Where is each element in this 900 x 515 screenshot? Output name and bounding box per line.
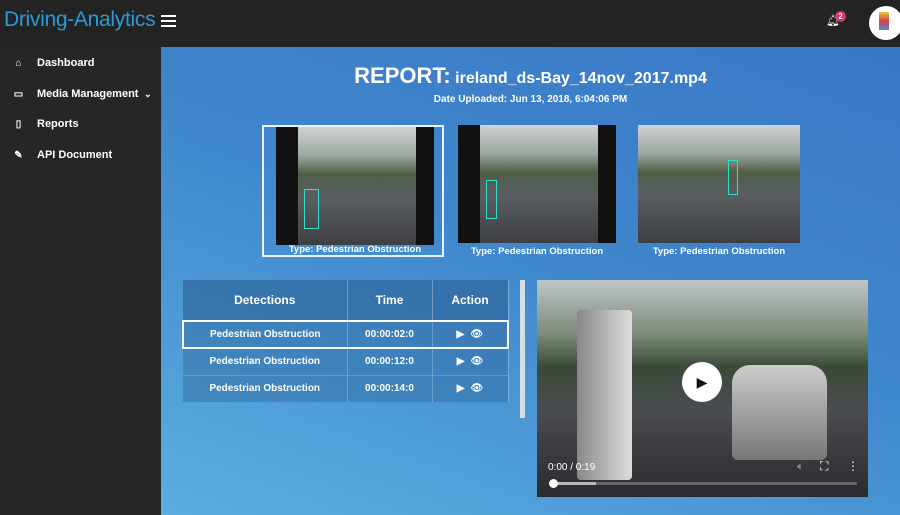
eye-icon[interactable]: 👁︎	[470, 329, 483, 340]
thumbnail-caption: Type: Pedestrian Obstruction	[652, 246, 786, 257]
thumbnail-caption: Type: Pedestrian Obstruction	[288, 244, 422, 255]
thumbnail-caption: Type: Pedestrian Obstruction	[470, 246, 604, 257]
play-icon[interactable]: ▶	[457, 329, 465, 340]
bounding-box	[304, 189, 319, 229]
sidebar-item-label: Media Management	[37, 88, 139, 100]
eye-icon[interactable]: 👁︎	[471, 383, 484, 394]
video-seek-bar[interactable]	[549, 479, 857, 488]
top-bar: Driving-Analytics 🔔︎ 2	[0, 0, 900, 47]
scrollbar[interactable]	[520, 280, 525, 418]
detection-thumbnail[interactable]: Type: Pedestrian Obstruction	[628, 125, 810, 257]
table-row[interactable]: Pedestrian Obstruction 00:00:14:0 ▶ 👁︎	[183, 374, 509, 402]
avatar[interactable]	[869, 6, 900, 40]
notification-badge: 2	[835, 11, 846, 22]
page-title: REPORT: ireland_ds-Bay_14nov_2017.mp4	[161, 63, 900, 89]
sidebar-item-api-document[interactable]: ✎ API Document	[0, 140, 161, 170]
table-row[interactable]: Pedestrian Obstruction 00:00:02:0 ▶ 👁︎	[182, 320, 509, 349]
home-icon: ⌂	[15, 57, 22, 69]
report-prefix: REPORT:	[354, 63, 451, 88]
sidebar-item-label: API Document	[37, 149, 113, 161]
detection-cell: Pedestrian Obstruction	[183, 374, 348, 402]
fullscreen-icon[interactable]: ⛶	[820, 459, 828, 474]
play-icon[interactable]: ▶	[457, 356, 465, 367]
sidebar-item-label: Reports	[37, 118, 79, 130]
time-cell: 00:00:02:0	[347, 320, 433, 349]
video-time: 0:00 / 0:19	[548, 462, 596, 473]
seek-handle[interactable]	[549, 479, 558, 488]
action-cell: ▶ 👁︎	[432, 320, 509, 349]
play-icon[interactable]: ▶	[457, 383, 465, 394]
upload-date: Date Uploaded: Jun 13, 2018, 6:04:06 PM	[433, 94, 628, 105]
thumbnail-image	[276, 127, 434, 245]
play-button[interactable]: ▶	[682, 362, 722, 402]
sidebar: ⌂ Dashboard ▭ Media Management ⌄ ▯ Reports ✎…	[0, 47, 161, 515]
table-row[interactable]: Pedestrian Obstruction 00:00:12:0 ▶ 👁︎	[183, 347, 509, 375]
report-filename: ireland_ds-Bay_14nov_2017.mp4	[455, 70, 707, 87]
column-header: Time	[347, 280, 433, 321]
car-image	[732, 365, 827, 460]
detection-cell: Pedestrian Obstruction	[182, 320, 348, 349]
detections-table: Detections Time Action Pedestrian Obstruct…	[182, 280, 509, 402]
video-player[interactable]: ▶ 0:00 / 0:19 🔈︎ ⛶ ⋮	[537, 280, 868, 497]
pencil-icon: ✎	[14, 149, 23, 161]
document-icon: ▯	[15, 118, 22, 130]
brand-logo[interactable]: Driving-Analytics	[4, 8, 156, 32]
sidebar-item-label: Dashboard	[37, 57, 95, 69]
bounding-box	[486, 180, 497, 219]
action-cell: ▶ 👁︎	[432, 374, 509, 402]
eye-icon[interactable]: 👁︎	[471, 356, 484, 367]
time-cell: 00:00:14:0	[347, 374, 433, 402]
van-image	[577, 310, 632, 480]
time-cell: 00:00:12:0	[347, 347, 433, 375]
main-content: REPORT: ireland_ds-Bay_14nov_2017.mp4 Da…	[161, 47, 900, 515]
column-header: Action	[432, 280, 509, 321]
detection-thumbnail[interactable]: Type: Pedestrian Obstruction	[446, 125, 628, 257]
sidebar-item-media-management[interactable]: ▭ Media Management ⌄	[0, 79, 161, 109]
more-options-icon[interactable]: ⋮	[847, 459, 859, 473]
detection-thumbnail[interactable]: Type: Pedestrian Obstruction	[262, 125, 444, 257]
monitor-icon: ▭	[13, 88, 24, 100]
chevron-down-icon: ⌄	[144, 88, 152, 99]
bounding-box	[728, 160, 738, 195]
column-header: Detections	[183, 280, 348, 321]
volume-icon[interactable]: 🔈︎	[797, 459, 804, 474]
action-cell: ▶ 👁︎	[432, 347, 509, 375]
buffered-bar	[553, 482, 596, 485]
menu-toggle-icon[interactable]	[161, 15, 176, 27]
thumbnail-image	[638, 125, 800, 243]
sidebar-item-reports[interactable]: ▯ Reports	[0, 109, 161, 139]
thumbnail-image	[458, 125, 616, 243]
detection-cell: Pedestrian Obstruction	[183, 347, 348, 375]
sidebar-item-dashboard[interactable]: ⌂ Dashboard	[0, 48, 161, 78]
